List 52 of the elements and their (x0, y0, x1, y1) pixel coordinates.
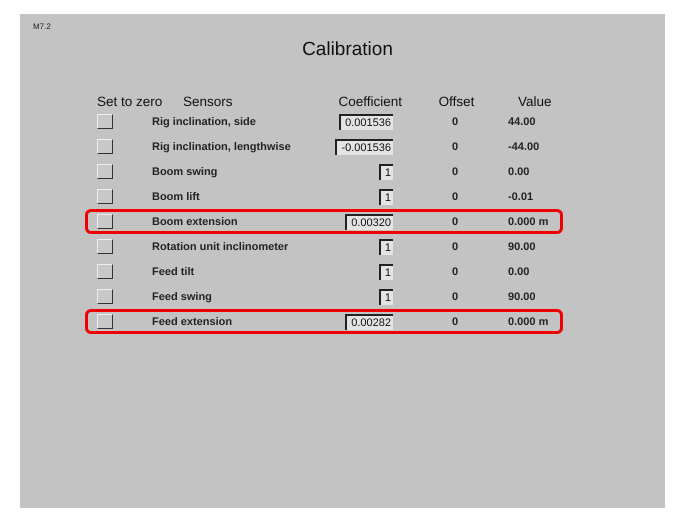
offset-value: 0 (450, 240, 460, 252)
coefficient-field[interactable]: -0.001536 (335, 138, 393, 154)
sensor-value: 0.00 (507, 166, 530, 178)
zero-button[interactable] (97, 289, 113, 304)
sensor-value: 44.00 (507, 116, 537, 128)
sensor-value: 90.00 (507, 290, 537, 302)
offset-value: 0 (450, 216, 460, 228)
sensor-name: Feed swing (152, 290, 213, 302)
sensor-name: Boom swing (152, 166, 218, 178)
offset-value: 0 (450, 116, 460, 128)
sensor-value: 0.000 m (507, 216, 550, 228)
coefficient-field[interactable]: 1 (378, 264, 393, 280)
sensor-name: Boom extension (152, 216, 239, 228)
column-header: Coefficient (337, 94, 402, 109)
sensor-name: Boom lift (152, 190, 201, 202)
offset-value: 0 (450, 290, 460, 302)
offset-value: 0 (450, 266, 460, 278)
sensor-value: 0.00 (507, 266, 530, 278)
sensor-name: Rotation unit inclinometer (152, 240, 290, 252)
zero-button[interactable] (97, 264, 113, 279)
screen-id: M7.2 (33, 22, 52, 31)
sensor-value: 90.00 (507, 240, 537, 252)
zero-button[interactable] (97, 189, 113, 204)
sensor-name: Rig inclination, lengthwise (152, 140, 292, 152)
column-header: Value (517, 94, 553, 109)
column-header: Set to zero (97, 94, 164, 109)
offset-value: 0 (450, 140, 460, 152)
coefficient-field[interactable]: 0.00320 (345, 214, 393, 230)
offset-value: 0 (450, 166, 460, 178)
zero-button[interactable] (97, 139, 113, 154)
sensor-name: Feed extension (152, 316, 234, 328)
coefficient-field[interactable]: 0.001536 (339, 114, 393, 130)
coefficient-field[interactable]: 1 (378, 188, 393, 204)
column-header: Sensors (183, 94, 234, 109)
zero-button[interactable] (97, 314, 113, 329)
column-header: Offset (438, 94, 476, 109)
sensor-name: Rig inclination, side (152, 116, 257, 128)
sensor-value: -44.00 (507, 140, 540, 152)
zero-button[interactable] (97, 214, 113, 229)
zero-button[interactable] (97, 239, 113, 254)
zero-button[interactable] (97, 114, 113, 129)
coefficient-field[interactable]: 1 (378, 288, 393, 304)
coefficient-field[interactable]: 0.00282 (345, 314, 393, 330)
sensor-value: 0.000 m (507, 316, 550, 328)
coefficient-field[interactable]: 1 (378, 238, 393, 254)
sensor-value: -0.01 (507, 190, 534, 202)
screen-title: Calibration (301, 39, 394, 61)
offset-value: 0 (450, 190, 460, 202)
offset-value: 0 (450, 316, 460, 328)
sensor-name: Feed tilt (152, 266, 196, 278)
coefficient-field[interactable]: 1 (378, 164, 393, 180)
zero-button[interactable] (97, 164, 113, 179)
